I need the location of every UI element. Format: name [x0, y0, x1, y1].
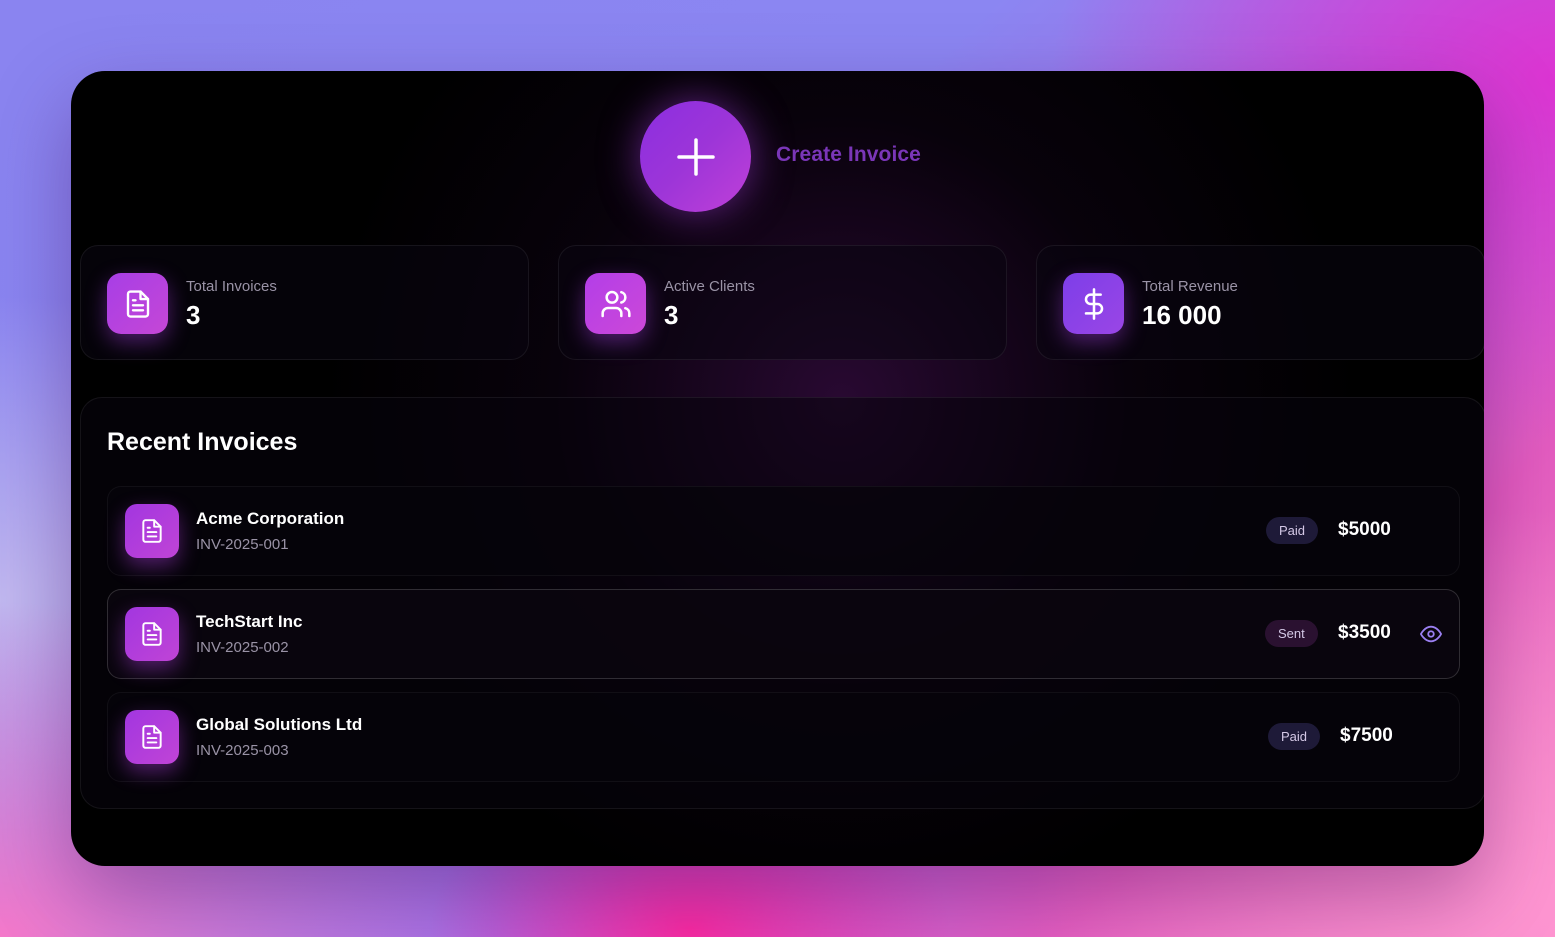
- stat-label: Total Invoices: [186, 278, 277, 295]
- stat-label: Active Clients: [664, 278, 755, 295]
- view-invoice-button[interactable]: [1419, 624, 1443, 644]
- document-icon: [142, 622, 162, 646]
- stat-icon-box: [585, 273, 646, 334]
- document-icon: [142, 725, 162, 749]
- stat-value: 16 000: [1142, 300, 1222, 330]
- status-badge: Paid: [1266, 517, 1319, 544]
- invoice-amount: $3500: [1338, 622, 1391, 643]
- eye-icon: [1420, 625, 1442, 643]
- stat-value: 3: [186, 300, 201, 330]
- status-badge: Paid: [1268, 723, 1321, 750]
- invoice-icon-box: [125, 607, 179, 661]
- invoice-client: Acme Corporation: [196, 509, 345, 528]
- stat-icon-box: [1063, 273, 1124, 334]
- plus-icon: [676, 137, 715, 176]
- users-icon: [600, 290, 631, 317]
- invoice-client: TechStart Inc: [196, 612, 303, 631]
- document-icon: [126, 289, 149, 318]
- stat-icon-box: [107, 273, 168, 334]
- invoice-amount: $5000: [1338, 519, 1391, 540]
- invoice-row[interactable]: TechStart Inc INV-2025-002 Sent $3500: [107, 589, 1460, 679]
- invoice-row[interactable]: Global Solutions Ltd INV-2025-003 Paid $…: [107, 692, 1460, 782]
- invoice-icon-box: [125, 504, 179, 558]
- stat-card-total-invoices: Total Invoices 3: [80, 245, 529, 360]
- invoice-row[interactable]: Acme Corporation INV-2025-001 Paid $5000: [107, 486, 1460, 576]
- invoice-amount: $7500: [1340, 725, 1393, 746]
- stat-card-total-revenue: Total Revenue 16 000: [1036, 245, 1484, 360]
- stat-value: 3: [664, 300, 679, 330]
- panel-title: Recent Invoices: [107, 428, 298, 456]
- stat-label: Total Revenue: [1142, 278, 1238, 295]
- stat-card-active-clients: Active Clients 3: [558, 245, 1007, 360]
- create-invoice-label[interactable]: Create Invoice: [776, 143, 921, 167]
- invoice-client: Global Solutions Ltd: [196, 715, 363, 734]
- invoice-number: INV-2025-002: [196, 639, 289, 656]
- invoice-number: INV-2025-003: [196, 742, 289, 759]
- recent-invoices-panel: Recent Invoices Acme Corporation INV-202…: [80, 397, 1484, 809]
- document-icon: [142, 519, 162, 543]
- dollar-icon: [1084, 287, 1103, 320]
- create-invoice-button[interactable]: [640, 101, 751, 212]
- dashboard-card: Create Invoice Total Invoices 3 Active C…: [71, 71, 1484, 866]
- invoice-icon-box: [125, 710, 179, 764]
- status-badge: Sent: [1265, 620, 1318, 647]
- invoice-number: INV-2025-001: [196, 536, 289, 553]
